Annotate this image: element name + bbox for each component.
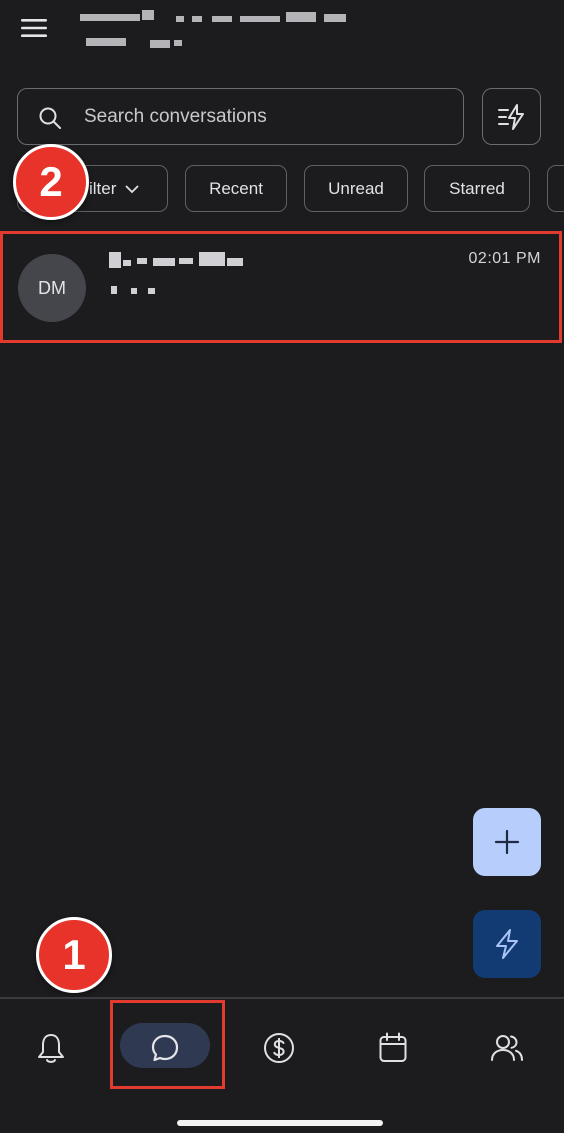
quick-action-button[interactable] — [473, 910, 541, 978]
quick-filter-button[interactable] — [482, 88, 541, 145]
dollar-circle-icon — [264, 1033, 294, 1063]
page-title-redacted — [80, 6, 360, 56]
conversation-row[interactable]: DM 02:01 PM — [0, 231, 562, 343]
nav-calendar[interactable] — [353, 1020, 433, 1076]
chip-unread-label: Unread — [328, 178, 384, 198]
nav-notifications[interactable] — [11, 1020, 91, 1076]
plus-icon — [494, 829, 520, 855]
message-time: 02:01 PM — [468, 250, 541, 267]
search-icon — [39, 107, 61, 129]
calendar-icon — [379, 1032, 407, 1062]
menu-button[interactable] — [16, 12, 52, 44]
chip-more[interactable] — [547, 165, 564, 212]
avatar: DM — [18, 254, 86, 322]
bottom-nav-divider — [0, 997, 564, 999]
annotation-badge-2: 2 — [13, 144, 89, 220]
search-box[interactable] — [17, 88, 464, 145]
lightning-filter-icon — [497, 103, 524, 130]
chip-unread[interactable]: Unread — [304, 165, 408, 212]
chip-starred-label: Starred — [449, 178, 505, 198]
new-conversation-button[interactable] — [473, 808, 541, 876]
chip-recent-label: Recent — [209, 178, 263, 198]
bell-icon — [38, 1034, 64, 1063]
nav-contacts[interactable] — [467, 1020, 547, 1076]
lightning-icon — [496, 929, 518, 959]
home-indicator — [177, 1120, 383, 1126]
highlight-box-conversations-tab — [110, 1000, 225, 1089]
annotation-number: 1 — [62, 931, 86, 978]
avatar-initials: DM — [38, 277, 66, 298]
annotation-number: 2 — [39, 158, 63, 205]
users-icon — [491, 1035, 523, 1061]
hamburger-menu-icon — [21, 19, 47, 37]
chip-starred[interactable]: Starred — [424, 165, 530, 212]
annotation-badge-1: 1 — [36, 917, 112, 993]
nav-payments[interactable] — [239, 1020, 319, 1076]
chevron-down-icon — [125, 184, 140, 193]
search-input[interactable] — [84, 103, 444, 131]
chip-recent[interactable]: Recent — [185, 165, 287, 212]
